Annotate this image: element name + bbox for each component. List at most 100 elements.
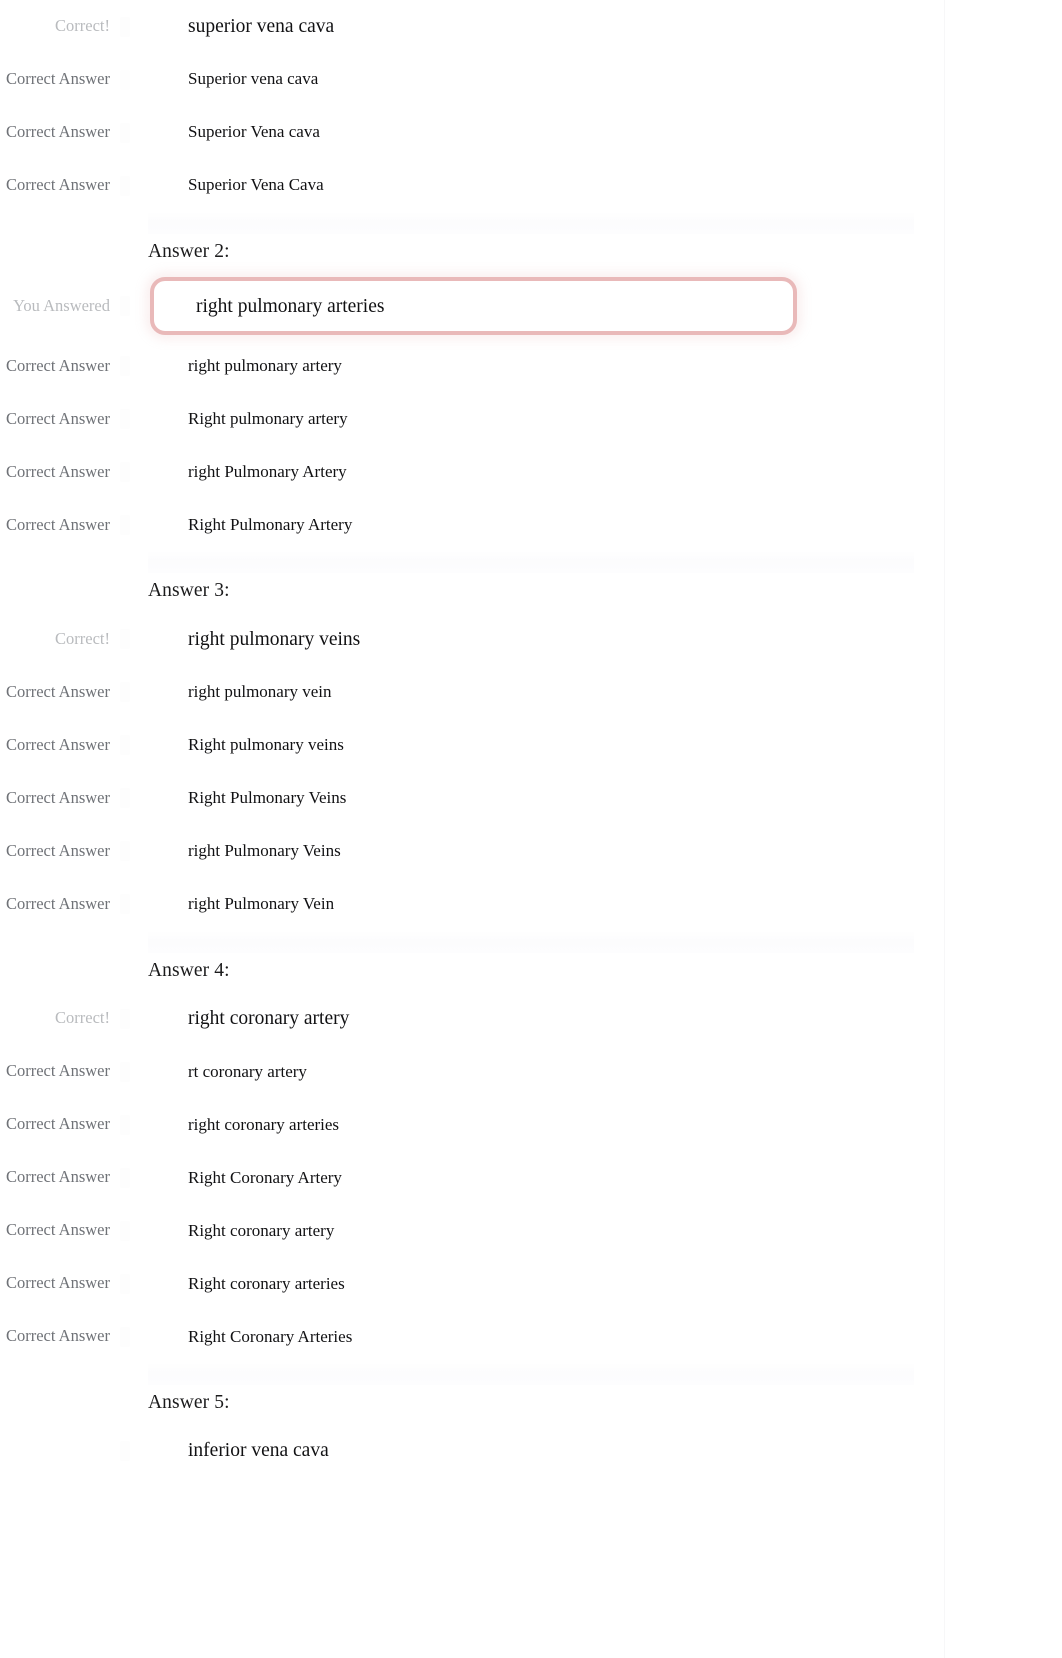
answer-group-separator	[148, 1363, 914, 1386]
answer-group: Correct! superior vena cava Correct Answer…	[0, 0, 944, 212]
answer-row-text: right pulmonary vein	[188, 682, 332, 702]
answer-row: Correct Answer Right pulmonary veins	[0, 719, 944, 772]
answer-row: Correct Answer rt coronary artery	[0, 1045, 944, 1098]
answer-row-status-label: Correct Answer	[0, 356, 148, 377]
answer-row-status-label: Correct Answer	[0, 1114, 148, 1135]
answer-row-text: superior vena cava	[188, 15, 335, 37]
answer-row: Correct! right coronary artery	[0, 992, 944, 1045]
answer-row: Correct! right pulmonary veins	[0, 613, 944, 666]
answer-row-selected: You Answered right pulmonary arteries	[0, 273, 944, 339]
answer-row-text: right Pulmonary Veins	[188, 841, 341, 861]
answer-row-text: Right Coronary Artery	[188, 1167, 342, 1187]
answer-row-text: right coronary artery	[188, 1008, 350, 1029]
answer-row-status-label: Correct Answer	[0, 175, 148, 196]
answer-row: Correct Answer Superior Vena cava	[0, 106, 944, 159]
answer-row-status-label: Correct Answer	[0, 841, 148, 862]
answer-row: Correct Answer Superior Vena Cava	[0, 159, 944, 212]
answer-row-text: rt coronary artery	[188, 1061, 307, 1081]
answer-group: Answer 4: Correct! right coronary artery Co…	[0, 930, 944, 1363]
answer-row-status-label: Correct Answer	[0, 515, 148, 536]
answer-row-status-text: Correct Answer	[5, 1167, 110, 1187]
answer-row: Correct Answer Right Coronary Artery	[0, 1151, 944, 1204]
answer-row-status-label: Correct Answer	[0, 122, 148, 143]
answer-row-status-text: Correct Answer	[5, 175, 110, 195]
answer-row-status-text: Correct Answer	[5, 840, 110, 860]
answer-group-separator	[148, 551, 914, 574]
answer-row-text: right pulmonary arteries	[196, 295, 385, 317]
answer-row-status-text: Correct Answer	[5, 1114, 110, 1134]
answer-row-text: inferior vena cava	[188, 1440, 329, 1462]
answer-row: Correct Answer right pulmonary artery	[0, 339, 944, 392]
answer-heading: Answer 3:	[148, 580, 230, 602]
answer-row-status-label: Correct Answer	[0, 1220, 148, 1241]
answer-row-text: Superior Vena cava	[188, 122, 320, 142]
answer-row-text: Right coronary artery	[188, 1220, 335, 1240]
answer-row: Correct Answer right Pulmonary Veins	[0, 825, 944, 878]
answer-row: Correct Answer right pulmonary vein	[0, 666, 944, 719]
answer-row: Correct Answer Right Coronary Arteries	[0, 1310, 944, 1363]
answer-row-text: Right Pulmonary Artery	[188, 514, 353, 534]
answer-row-status-label: Correct Answer	[0, 69, 148, 90]
answer-row: Correct Answer Right coronary arteries	[0, 1257, 944, 1310]
answer-row-status-text: Correct Answer	[5, 787, 110, 807]
answer-row: Correct! superior vena cava	[0, 0, 944, 53]
answer-row: Correct Answer Right coronary artery	[0, 1204, 944, 1257]
answer-group: Answer 3: Correct! right pulmonary veins Co…	[0, 551, 944, 930]
answer-row-status-label: Correct Answer	[0, 1061, 148, 1082]
answer-row: Correct Answer Right Pulmonary Veins	[0, 772, 944, 825]
answer-row-status-label: Correct Answer	[0, 788, 148, 809]
answer-row-text: right pulmonary veins	[188, 628, 361, 650]
answer-row-status-label: Correct!	[0, 1008, 148, 1029]
answer-row-status-text: Correct Answer	[5, 893, 110, 913]
answer-row: Correct Answer Right Pulmonary Artery	[0, 498, 944, 551]
answer-row-status-text: Correct Answer	[5, 355, 110, 375]
answer-row-text: Right Coronary Arteries	[188, 1326, 353, 1346]
answer-row-status-text: Correct!	[55, 1008, 110, 1028]
answer-heading: Answer 4:	[148, 959, 230, 981]
answer-row-text: right Pulmonary Vein	[188, 894, 335, 914]
answer-row: Correct Answer Superior vena cava	[0, 53, 944, 106]
answer-row-status-label: Correct Answer	[0, 682, 148, 703]
answer-row-status-label: Correct!	[0, 16, 148, 37]
answer-row-status-label: Correct Answer	[0, 1326, 148, 1347]
answer-row-status-text: Correct!	[55, 16, 110, 36]
answer-row-status-text: Correct Answer	[5, 69, 110, 89]
answer-row-status-label: Correct Answer	[0, 735, 148, 756]
answer-row-status-label: Correct Answer	[0, 462, 148, 483]
answer-row: Correct Answer right Pulmonary Artery	[0, 445, 944, 498]
answer-row-status-text: Correct Answer	[5, 122, 110, 142]
results-footer-spacer	[0, 1477, 944, 1658]
answer-row-status-label	[0, 1441, 148, 1462]
answer-row-status-text: Correct Answer	[5, 1220, 110, 1240]
answer-row-text: Right pulmonary veins	[188, 735, 344, 755]
answer-row-status-label: Correct Answer	[0, 894, 148, 915]
answer-group-separator	[148, 930, 914, 953]
answer-row-text: Right Pulmonary Veins	[188, 788, 347, 808]
answer-row: Correct Answer right Pulmonary Vein	[0, 878, 944, 931]
answer-row-text: right pulmonary artery	[188, 355, 342, 375]
answer-row-status-text: Correct!	[55, 628, 110, 648]
answer-row-status-text: Correct Answer	[5, 408, 110, 428]
answer-row-status-label: Correct!	[0, 629, 148, 650]
answer-row-text: right coronary arteries	[188, 1114, 340, 1134]
answer-row-text: Superior Vena Cava	[188, 175, 324, 195]
answer-row-status-text: You Answered	[13, 296, 110, 316]
answer-row-status-label: Correct Answer	[0, 1167, 148, 1188]
answer-row: Correct Answer right coronary arteries	[0, 1098, 944, 1151]
answer-heading: Answer 2:	[148, 241, 230, 262]
answer-row-status-text: Correct Answer	[5, 1061, 110, 1081]
answer-row-status-text: Correct Answer	[5, 734, 110, 754]
answer-heading: Answer 5:	[148, 1392, 230, 1414]
answer-row-text: Superior vena cava	[188, 69, 319, 89]
answer-row: Correct Answer Right pulmonary artery	[0, 392, 944, 445]
quiz-answer-review-panel: Correct! superior vena cava Correct Answer…	[0, 0, 945, 1658]
answer-row-status-text: Correct Answer	[5, 681, 110, 701]
answer-row-status-text: Correct Answer	[5, 1273, 110, 1293]
answer-row-status-text: Correct Answer	[5, 1326, 110, 1346]
answer-row-status-label: Correct Answer	[0, 1273, 148, 1294]
answer-row-status-text: Correct Answer	[5, 514, 110, 534]
answer-row-text: Right pulmonary artery	[188, 408, 348, 428]
answer-row-text: right Pulmonary Artery	[188, 461, 347, 481]
answer-row-status-text: Correct Answer	[5, 461, 110, 481]
page-gutter	[945, 0, 1062, 1561]
